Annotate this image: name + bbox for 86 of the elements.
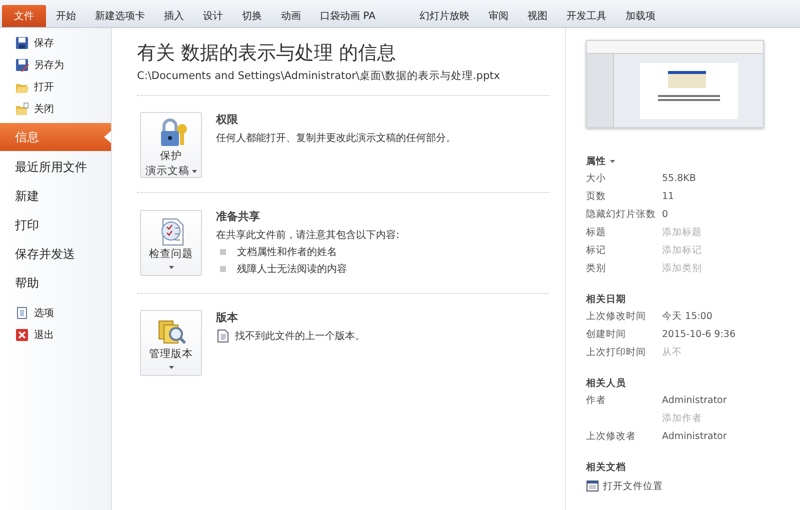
menu-label: 打印 <box>15 217 39 234</box>
ribbon-tab[interactable]: 开发工具 <box>557 5 616 27</box>
menu-label: 信息 <box>15 128 39 146</box>
property-label: 上次打印时间 <box>586 346 647 360</box>
menu-label: 保存并发送 <box>15 246 75 263</box>
menu-item[interactable]: 关闭 <box>0 98 111 120</box>
bullet-text: 残障人士无法阅读的内容 <box>237 262 347 276</box>
section-text: 在共享此文件前，请注意其包含以下内容: <box>216 228 400 242</box>
ribbon-tab[interactable]: 设计 <box>194 5 232 27</box>
group-heading: 相关日期 <box>586 292 627 306</box>
property-value: Administrator <box>662 394 728 408</box>
menu-item[interactable]: 退出 <box>0 324 111 346</box>
ribbon-tab[interactable]: 口袋动画 PA <box>311 5 384 27</box>
menu-label: 关闭 <box>34 102 54 116</box>
ribbon-tab[interactable]: 动画 <box>272 5 310 27</box>
menu-label: 帮助 <box>15 275 39 292</box>
menu-label: 新建 <box>15 188 39 205</box>
bullet-icon <box>220 266 226 272</box>
property-value: 0 <box>662 208 670 222</box>
property-label: 标记 <box>586 244 607 258</box>
caret-icon <box>192 170 196 173</box>
menu-label: 保存 <box>34 37 54 50</box>
section-text: 任何人都能打开、复制并更改此演示文稿的任何部分。 <box>216 132 456 145</box>
menu-label: 退出 <box>34 328 54 342</box>
property-label: 创建时间 <box>586 328 627 342</box>
page-title: 有关 数据的表示与处理 的信息 <box>137 41 398 66</box>
menu-label: 打开 <box>34 80 54 94</box>
property-value: Administrator <box>662 430 728 444</box>
ribbon-tab[interactable]: 插入 <box>155 5 193 27</box>
property-label: 类别 <box>586 262 607 276</box>
group-heading: 相关文档 <box>586 460 627 474</box>
menu-item[interactable]: 保存并发送 <box>0 240 111 269</box>
ribbon-tab[interactable]: 幻灯片放映 <box>410 5 478 27</box>
menu-item[interactable]: 保存 <box>0 32 111 54</box>
ribbon-tab[interactable]: 文件 <box>2 5 46 27</box>
ribbon-tab[interactable]: 切换 <box>233 5 271 27</box>
document-icon <box>15 306 29 320</box>
menu-item[interactable]: 新建 <box>0 182 111 211</box>
window-icon <box>586 479 599 493</box>
section-button[interactable]: 保护 演示文稿 <box>140 112 202 178</box>
property-value: 今天 15:00 <box>662 310 714 324</box>
version-note: 找不到此文件的上一个版本。 <box>235 330 365 343</box>
ribbon-tab[interactable]: 新建选项卡 <box>86 5 154 27</box>
property-value: 11 <box>662 190 676 204</box>
property-label: 上次修改者 <box>586 430 637 444</box>
group-heading: 相关人员 <box>586 376 627 390</box>
ribbon-tab[interactable]: 加载项 <box>616 5 664 27</box>
menu-item[interactable]: 最近所用文件 <box>0 153 111 182</box>
bullet-icon <box>220 249 226 255</box>
open-location-link[interactable]: 打开文件位置 <box>603 480 663 492</box>
property-value: 55.8KB <box>662 172 697 186</box>
property-label: 大小 <box>586 172 607 186</box>
file-path: C:\Documents and Settings\Administrator\桌面\数据的表示与处理.pptx <box>137 69 501 83</box>
save-as-icon <box>15 58 29 72</box>
document-icon <box>216 329 229 343</box>
properties-heading[interactable]: 属性 <box>586 154 606 168</box>
section-heading: 权限 <box>216 112 239 127</box>
menu-item[interactable]: 帮助 <box>0 269 111 298</box>
menu-item[interactable]: 选项 <box>0 302 111 324</box>
section-button[interactable]: 检查问题 <box>140 210 202 276</box>
caret-icon <box>168 366 174 369</box>
property-label: 隐藏幻灯片张数 <box>586 208 657 222</box>
section-heading: 版本 <box>216 310 239 325</box>
close-icon <box>15 328 29 342</box>
property-value: 2015-10-6 9:36 <box>662 328 737 342</box>
menu-label: 选项 <box>34 306 54 320</box>
menu-item[interactable]: 另存为 <box>0 54 111 76</box>
property-label: 页数 <box>586 190 607 204</box>
menu-label: 最近所用文件 <box>15 159 87 176</box>
section-button[interactable]: 管理版本 <box>140 310 202 376</box>
pointer-icon <box>103 131 111 143</box>
menu-label: 另存为 <box>34 58 64 72</box>
menu-item[interactable]: 打印 <box>0 211 111 240</box>
menu-item[interactable]: 打开 <box>0 76 111 98</box>
caret-icon <box>168 266 174 269</box>
ribbon-tab[interactable]: 视图 <box>518 5 556 27</box>
ribbon-tab[interactable]: 审阅 <box>479 5 518 27</box>
ribbon-tab[interactable]: 开始 <box>47 5 85 27</box>
property-label: 上次修改时间 <box>586 310 647 324</box>
property-label: 标题 <box>586 226 607 240</box>
property-label: 作者 <box>586 394 607 408</box>
caret-icon <box>610 160 615 162</box>
save-icon <box>15 36 29 50</box>
folder-icon <box>15 102 29 116</box>
bullet-text: 文档属性和作者的姓名 <box>237 246 337 259</box>
section-heading: 准备共享 <box>216 209 261 224</box>
